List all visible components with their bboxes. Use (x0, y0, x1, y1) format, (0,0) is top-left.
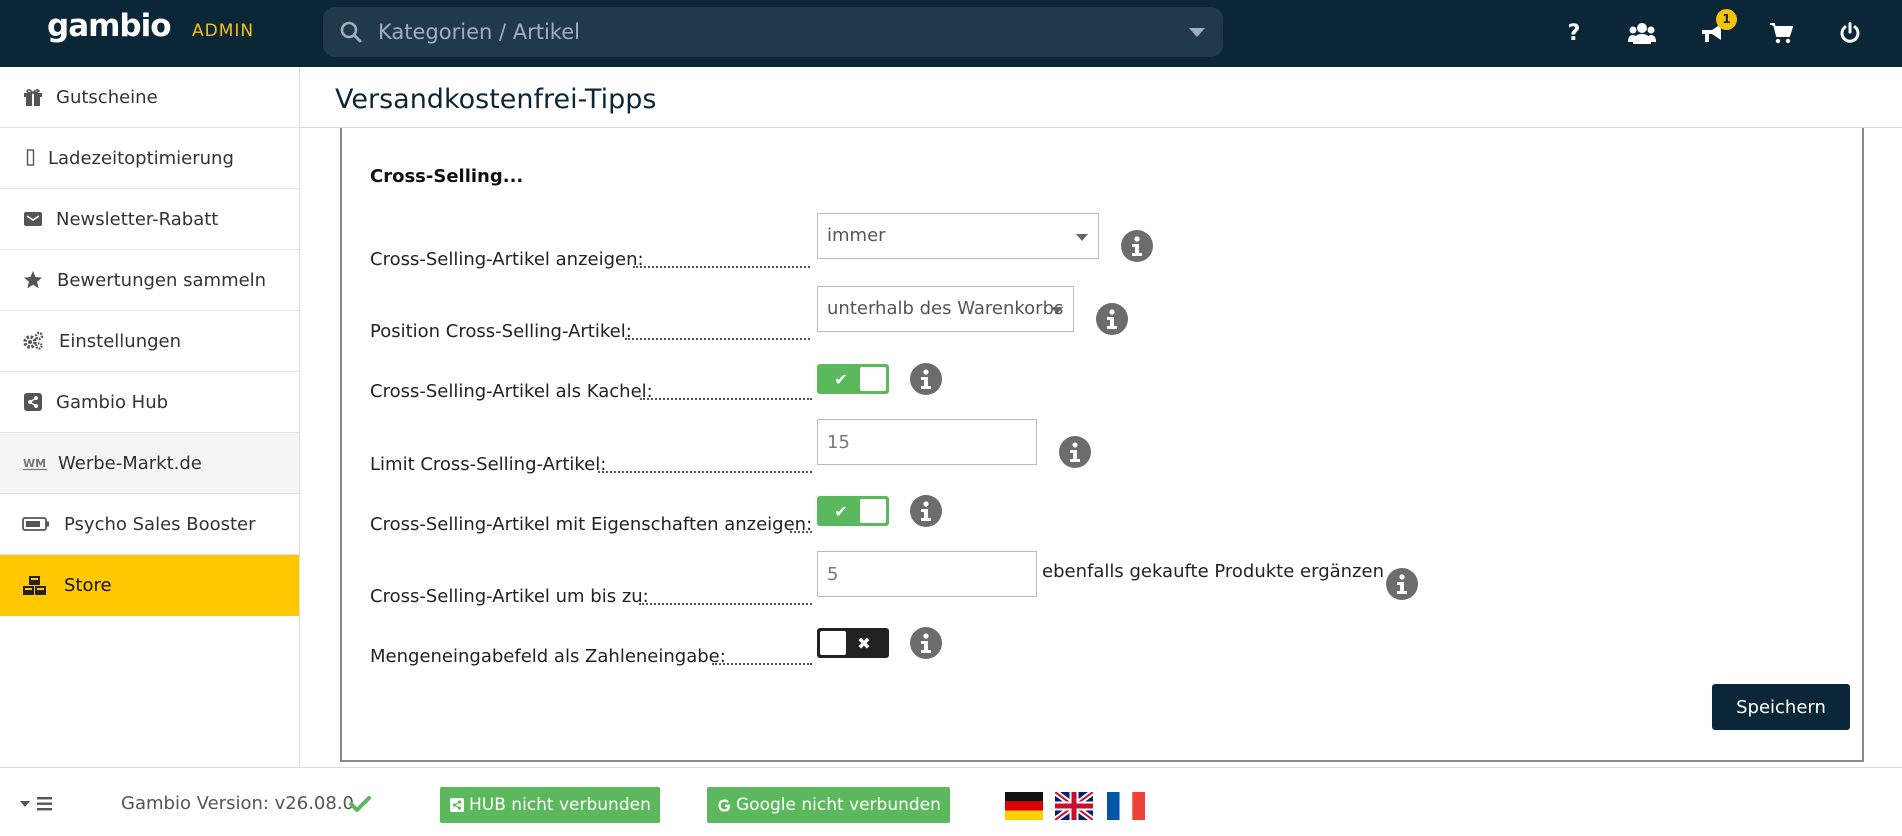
info-icon[interactable] (1121, 230, 1153, 262)
with-properties-toggle[interactable]: ✔ (817, 496, 889, 526)
sidebar-item-label: Newsletter-Rabatt (56, 208, 219, 230)
info-icon[interactable] (910, 495, 942, 527)
with-properties-label: Cross-Selling-Artikel mit Eigenschaften … (370, 514, 813, 535)
dotted-leader (712, 663, 812, 665)
select-value: unterhalb des Warenkorbs (827, 298, 1064, 319)
dotted-leader (640, 398, 812, 400)
admin-label: ADMIN (192, 21, 255, 41)
cart-icon[interactable] (1766, 18, 1796, 48)
show-articles-select[interactable]: immer (817, 213, 1099, 259)
google-status-button[interactable]: Google nicht verbunden (707, 787, 950, 823)
french-flag[interactable] (1107, 792, 1145, 820)
as-tile-label: Cross-Selling-Artikel als Kachel: (370, 381, 653, 402)
dotted-leader (625, 338, 810, 340)
fill-up-input[interactable] (817, 551, 1037, 597)
page-title: Versandkostenfrei-Tipps (335, 84, 657, 115)
dotted-leader (633, 266, 810, 268)
google-status-label: Google nicht verbunden (736, 795, 941, 815)
sidebar-item-einstellungen[interactable]: Einstellungen (0, 311, 299, 372)
sidebar-item-werbe-markt[interactable]: WM Werbe-Markt.de (0, 433, 299, 494)
sidebar-item-label: Bewertungen sammeln (57, 269, 267, 291)
version-text: Gambio Version: v26.08.0 (121, 793, 355, 814)
gift-icon (22, 86, 44, 108)
envelope-icon (22, 208, 44, 230)
sidebar-item-ladezeitoptimierung[interactable]: Ladezeitoptimierung (0, 128, 299, 189)
section-title: Cross-Selling... (370, 166, 524, 187)
sidebar-item-label: Werbe-Markt.de (58, 452, 202, 474)
sidebar: Gutscheine Ladezeitoptimierung Newslette… (0, 67, 300, 767)
search-input[interactable] (378, 16, 1158, 48)
hub-status-label: HUB nicht verbunden (469, 795, 651, 815)
star-icon (22, 269, 44, 291)
show-articles-label: Cross-Selling-Artikel anzeigen: (370, 249, 644, 270)
wm-logo-icon: WM (22, 452, 48, 474)
battery-icon (22, 513, 50, 535)
sidebar-item-label: Store (64, 575, 112, 596)
share-icon (449, 797, 465, 813)
search-icon (339, 20, 363, 44)
gambio-logo[interactable]: gambio (47, 8, 172, 44)
dotted-leader (639, 603, 812, 605)
users-icon[interactable] (1627, 18, 1657, 48)
quantity-input-label: Mengeneingabefeld als Zahleneingabe: (370, 646, 726, 667)
search-dropdown-icon[interactable] (1189, 28, 1205, 37)
sidebar-item-label: Gambio Hub (56, 391, 169, 413)
chevron-down-icon (1051, 307, 1063, 314)
sidebar-item-label: Einstellungen (59, 330, 182, 352)
share-icon (22, 391, 44, 413)
close-icon: ✖ (857, 633, 871, 653)
uk-flag[interactable] (1055, 792, 1093, 820)
help-icon[interactable]: ? (1559, 18, 1589, 48)
sidebar-item-gutscheine[interactable]: Gutscheine (0, 67, 299, 128)
sidebar-item-gambio-hub[interactable]: Gambio Hub (0, 372, 299, 433)
fill-up-suffix: ebenfalls gekaufte Produkte ergänzen (1042, 561, 1384, 582)
check-icon: ✔ (834, 369, 848, 389)
german-flag[interactable] (1005, 792, 1043, 820)
limit-label: Limit Cross-Selling-Artikel: (370, 454, 607, 475)
position-select[interactable]: unterhalb des Warenkorbs (817, 286, 1074, 332)
fill-up-label: Cross-Selling-Artikel um bis zu: (370, 586, 649, 607)
sidebar-item-store[interactable]: Store (0, 555, 299, 616)
sidebar-item-newsletter-rabatt[interactable]: Newsletter-Rabatt (0, 189, 299, 250)
select-value: immer (827, 225, 886, 246)
info-icon[interactable] (1096, 303, 1128, 335)
cogs-icon (22, 330, 44, 352)
top-bar: gambio ADMIN ? 1 (0, 0, 1902, 67)
toggle-knob (860, 499, 886, 523)
toggle-knob (860, 367, 886, 391)
sidebar-item-label: Gutscheine (56, 86, 158, 108)
dotted-leader (790, 531, 812, 533)
menu-toggle-icon[interactable] (20, 794, 56, 814)
sidebar-item-psycho-sales-booster[interactable]: Psycho Sales Booster (0, 494, 299, 555)
info-icon[interactable] (910, 627, 942, 659)
power-icon[interactable] (1835, 18, 1865, 48)
limit-input[interactable] (817, 419, 1037, 465)
check-icon: ✔ (834, 501, 848, 521)
cubes-icon (22, 575, 48, 597)
sidebar-item-label: Ladezeitoptimierung (48, 147, 234, 169)
info-icon[interactable] (910, 363, 942, 395)
notification-badge: 1 (1716, 9, 1737, 30)
quantity-input-toggle[interactable]: ✖ (817, 628, 889, 658)
sidebar-item-bewertungen-sammeln[interactable]: Bewertungen sammeln (0, 250, 299, 311)
google-icon (716, 797, 732, 813)
check-icon (349, 793, 371, 815)
footer: Gambio Version: v26.08.0 HUB nicht verbu… (0, 767, 1902, 836)
sidebar-item-label: Psycho Sales Booster (64, 513, 256, 535)
placeholder-icon (20, 147, 42, 169)
save-button[interactable]: Speichern (1712, 684, 1850, 730)
position-label: Position Cross-Selling-Artikel: (370, 321, 632, 342)
hub-status-button[interactable]: HUB nicht verbunden (440, 787, 660, 823)
info-icon[interactable] (1059, 436, 1091, 468)
chevron-down-icon (1076, 234, 1088, 241)
svg-text:WM: WM (23, 457, 46, 470)
info-icon[interactable] (1386, 568, 1418, 600)
search-bar[interactable] (323, 7, 1223, 57)
toggle-knob (820, 631, 846, 655)
as-tile-toggle[interactable]: ✔ (817, 364, 889, 394)
dotted-leader (598, 471, 812, 473)
